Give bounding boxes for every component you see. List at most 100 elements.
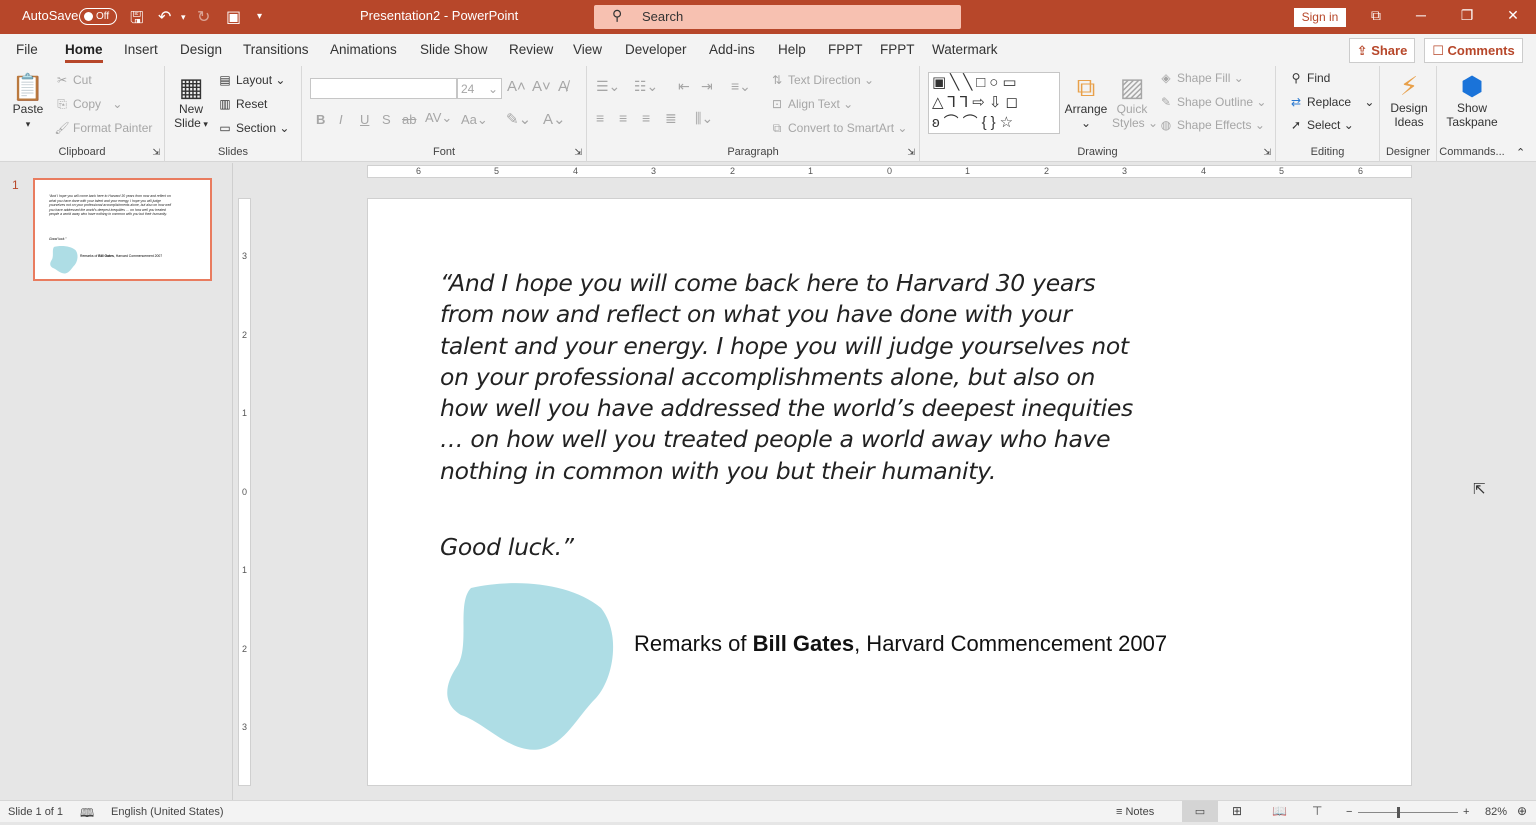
line-spacing-icon[interactable]: ≡⌄ <box>731 78 751 95</box>
find-button[interactable]: ⚲ Find <box>1288 71 1331 85</box>
zoom-in-icon[interactable]: + <box>1463 806 1469 818</box>
highlight-icon[interactable]: ✎⌄ <box>506 110 531 128</box>
increase-font-size-icon[interactable]: A˄ <box>507 78 526 95</box>
convert-smartart-button[interactable]: ⧉ Convert to SmartArt ⌄ <box>769 121 908 136</box>
increase-indent-icon[interactable]: ⇥ <box>701 78 713 95</box>
copy-button[interactable]: ⎘ Copy ⌄ <box>54 97 122 112</box>
customize-qat-icon[interactable]: ▾ <box>257 11 262 22</box>
shapes-gallery[interactable]: ▣╲╲□○▭ △⅂⅂⇨⇩◻ ʚ⌒⌒{}☆ <box>928 72 1060 134</box>
tab-fppt-1[interactable]: FPPT <box>828 42 863 57</box>
strikethrough-icon[interactable]: ab <box>402 112 416 127</box>
align-center-icon[interactable]: ≡ <box>619 110 627 126</box>
shape-outline-button[interactable]: ✎ Shape Outline ⌄ <box>1158 95 1266 109</box>
replace-button[interactable]: ⇄ Replace ⌄ <box>1288 95 1374 109</box>
shadow-icon[interactable]: S <box>382 112 391 127</box>
language-indicator[interactable]: English (United States) <box>111 806 224 818</box>
tab-animations[interactable]: Animations <box>330 42 397 57</box>
attribution-caption[interactable]: Remarks of Bill Gates, Harvard Commencem… <box>634 631 1167 657</box>
drawing-launcher-icon[interactable]: ⇲ <box>1263 147 1271 158</box>
layout-button[interactable]: ▤ Layout ⌄ <box>217 73 285 87</box>
tab-developer[interactable]: Developer <box>625 42 687 57</box>
tab-file[interactable]: File <box>16 42 38 57</box>
quick-styles-button[interactable]: ▨ Quick Styles ⌄ <box>1112 72 1158 130</box>
bullets-icon[interactable]: ☰⌄ <box>596 78 620 95</box>
sign-in-button[interactable]: Sign in <box>1294 8 1346 27</box>
justify-icon[interactable]: ≣ <box>665 110 677 127</box>
tab-transitions[interactable]: Transitions <box>243 42 309 57</box>
tab-insert[interactable]: Insert <box>124 42 158 57</box>
clipboard-launcher-icon[interactable]: ⇲ <box>152 147 160 158</box>
align-text-button[interactable]: ⊡ Align Text ⌄ <box>769 97 853 111</box>
align-right-icon[interactable]: ≡ <box>642 110 650 126</box>
collapse-ribbon-icon[interactable]: ⌃ <box>1516 146 1525 159</box>
undo-dropdown-icon[interactable]: ▾ <box>181 12 186 23</box>
paragraph-launcher-icon[interactable]: ⇲ <box>907 147 915 158</box>
align-text-icon: ⊡ <box>771 97 783 111</box>
tab-slide-show[interactable]: Slide Show <box>420 42 488 57</box>
align-left-icon[interactable]: ≡ <box>596 110 604 126</box>
search-box[interactable]: ⚲ Search <box>594 5 961 29</box>
save-icon[interactable]: 🖫 <box>130 7 144 34</box>
undo-icon[interactable]: ↶ <box>158 7 171 27</box>
share-button[interactable]: ⇪ Share <box>1349 38 1415 63</box>
zoom-slider-thumb[interactable] <box>1397 807 1400 818</box>
autosave-toggle[interactable]: Off <box>79 8 117 25</box>
underline-icon[interactable]: U <box>360 112 369 127</box>
font-size-input[interactable]: 24 ⌄ <box>457 78 502 99</box>
fit-to-window-icon[interactable]: ⊕ <box>1517 804 1527 818</box>
columns-icon[interactable]: ⫼⌄ <box>695 110 713 127</box>
paste-button[interactable]: 📋 Paste ▾ <box>10 72 46 130</box>
tab-design[interactable]: Design <box>180 42 222 57</box>
redo-icon[interactable]: ↻ <box>197 7 210 27</box>
good-luck-text[interactable]: Good luck.” <box>440 533 574 561</box>
zoom-out-icon[interactable]: − <box>1346 806 1352 818</box>
close-icon[interactable]: ✕ <box>1503 7 1523 24</box>
tab-view[interactable]: View <box>573 42 602 57</box>
character-spacing-icon[interactable]: AV⌄ <box>425 110 452 126</box>
arrange-button[interactable]: ⧉ Arrange ⌄ <box>1064 72 1108 130</box>
comments-button[interactable]: ☐ Comments <box>1424 38 1523 63</box>
decrease-indent-icon[interactable]: ⇤ <box>678 78 690 95</box>
numbering-icon[interactable]: ☷⌄ <box>634 78 658 95</box>
restore-icon[interactable]: ❐ <box>1457 7 1477 24</box>
slide-sorter-icon[interactable]: ⊞ <box>1232 804 1242 818</box>
start-from-beginning-icon[interactable]: ▣ <box>226 7 241 27</box>
change-case-icon[interactable]: Aa⌄ <box>461 112 488 128</box>
section-button[interactable]: ▭ Section ⌄ <box>217 121 289 135</box>
zoom-slider[interactable] <box>1358 812 1458 813</box>
tab-help[interactable]: Help <box>778 42 806 57</box>
minimize-icon[interactable]: ─ <box>1411 7 1431 23</box>
quote-text[interactable]: “And I hope you will come back here to H… <box>440 268 1140 487</box>
font-name-input[interactable] <box>310 78 457 99</box>
slide-thumbnail[interactable]: “And I hope you will come back here to H… <box>33 178 212 281</box>
tab-fppt-2[interactable]: FPPT <box>880 42 915 57</box>
normal-view-icon[interactable]: ▭ <box>1182 801 1218 822</box>
reading-view-icon[interactable]: 📖 <box>1272 804 1287 818</box>
bold-icon[interactable]: B <box>316 112 325 127</box>
ribbon-display-options-icon[interactable]: ⧉ <box>1366 7 1386 24</box>
reset-button[interactable]: ▥ Reset <box>217 97 267 111</box>
tab-watermark[interactable]: Watermark <box>932 42 998 57</box>
zoom-level[interactable]: 82% <box>1485 806 1507 818</box>
shape-fill-button[interactable]: ◈ Shape Fill ⌄ <box>1158 71 1243 85</box>
italic-icon[interactable]: I <box>339 112 343 127</box>
font-color-icon[interactable]: A⌄ <box>543 110 566 128</box>
select-button[interactable]: ➚ Select ⌄ <box>1288 118 1354 132</box>
decrease-font-size-icon[interactable]: A˅ <box>532 78 551 95</box>
tab-add-ins[interactable]: Add-ins <box>709 42 755 57</box>
clear-formatting-icon[interactable]: A̸ <box>558 78 568 95</box>
slide-canvas[interactable]: “And I hope you will come back here to H… <box>367 198 1412 786</box>
decorative-blob-shape[interactable] <box>446 583 616 753</box>
font-launcher-icon[interactable]: ⇲ <box>574 147 582 158</box>
cut-button[interactable]: ✂ Cut <box>54 73 92 87</box>
design-ideas-button[interactable]: ⚡ Design Ideas <box>1388 71 1430 129</box>
shape-effects-button[interactable]: ◍ Shape Effects ⌄ <box>1158 118 1265 132</box>
notes-button[interactable]: ≡ Notes <box>1116 806 1154 818</box>
format-painter-button[interactable]: 🖌 Format Painter <box>54 121 152 135</box>
text-direction-button[interactable]: ⇅ Text Direction ⌄ <box>769 73 874 87</box>
tab-home[interactable]: Home <box>65 42 103 63</box>
slideshow-view-icon[interactable]: ⊤ <box>1312 804 1322 818</box>
show-taskpane-button[interactable]: ⬢ Show Taskpane <box>1446 71 1498 129</box>
tab-review[interactable]: Review <box>509 42 553 57</box>
new-slide-button[interactable]: ▦ New Slide ▾ <box>173 72 209 130</box>
